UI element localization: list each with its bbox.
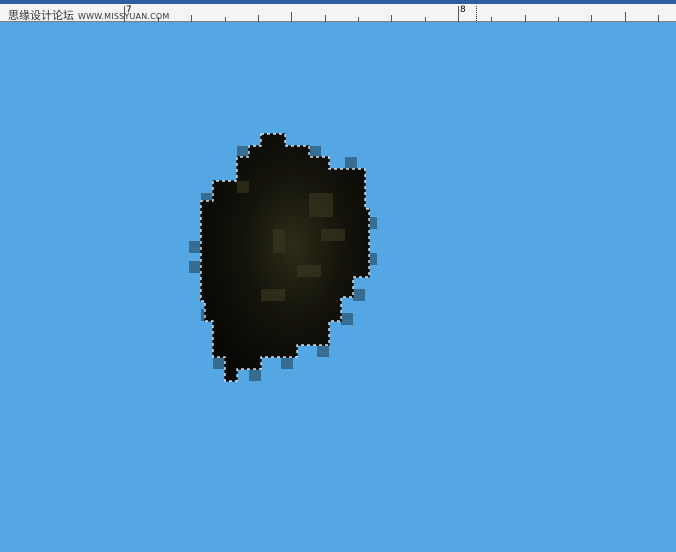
watermark-site: WWW.MISSYUAN.COM: [78, 12, 170, 21]
image-canvas[interactable]: [0, 22, 676, 548]
canvas-artwork: [189, 133, 377, 382]
ruler-label-8: 8: [460, 5, 466, 15]
watermark-brand: 思缘设计论坛: [8, 9, 74, 22]
dark-object: [201, 134, 369, 381]
horizontal-ruler[interactable]: 7 8 思缘设计论坛 WWW.MISSYUAN.COM: [0, 4, 676, 22]
